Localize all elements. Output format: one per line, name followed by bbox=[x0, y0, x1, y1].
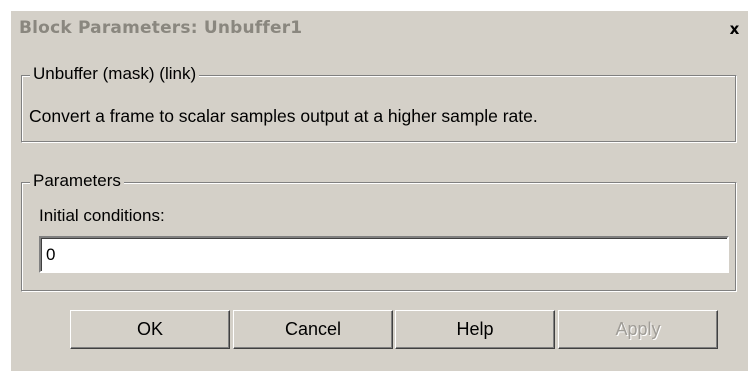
close-icon[interactable]: x bbox=[725, 20, 744, 39]
ok-button[interactable]: OK bbox=[70, 310, 230, 349]
initial-conditions-label: Initial conditions: bbox=[39, 206, 165, 225]
initial-conditions-input[interactable] bbox=[39, 236, 729, 273]
window-title: Block Parameters: Unbuffer1 bbox=[19, 18, 303, 38]
description-group-legend: Unbuffer (mask) (link) bbox=[30, 64, 200, 84]
block-parameters-dialog: Block Parameters: Unbuffer1 x Unbuffer (… bbox=[10, 10, 748, 371]
cancel-button[interactable]: Cancel bbox=[233, 310, 393, 349]
block-description: Convert a frame to scalar samples output… bbox=[29, 106, 538, 126]
help-button[interactable]: Help bbox=[395, 310, 555, 349]
title-bar[interactable]: Block Parameters: Unbuffer1 x bbox=[11, 11, 748, 47]
apply-button: Apply bbox=[558, 310, 718, 349]
parameters-group-legend: Parameters bbox=[30, 171, 124, 191]
